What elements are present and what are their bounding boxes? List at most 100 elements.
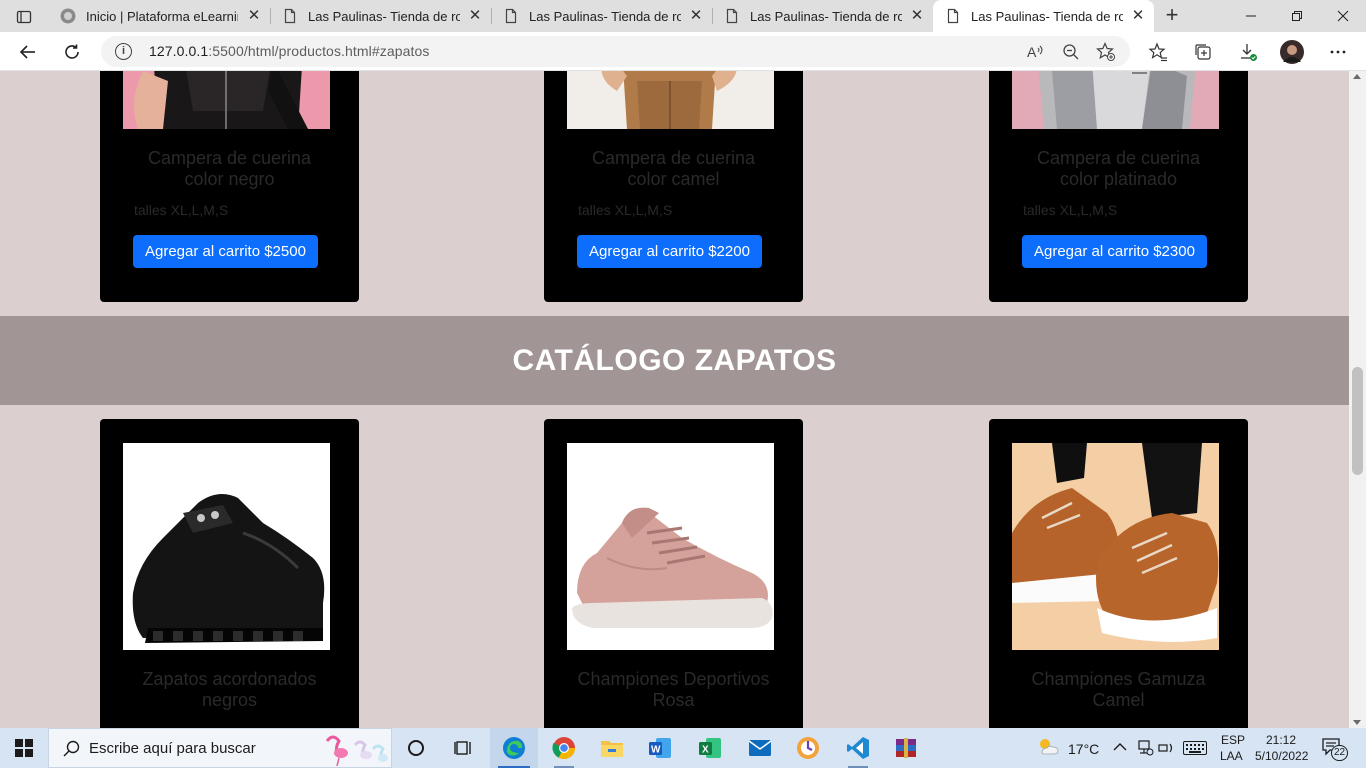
notifications-icon[interactable]: 22: [1322, 738, 1350, 761]
close-icon[interactable]: ✕: [688, 8, 704, 24]
more-menu-icon[interactable]: [1323, 37, 1353, 67]
cortana-icon[interactable]: [392, 728, 440, 768]
read-aloud-icon[interactable]: A: [1026, 42, 1046, 62]
scrollbar-thumb[interactable]: [1352, 367, 1363, 475]
product-sizes: talles XL,L,M,S: [134, 202, 229, 218]
page-icon: [503, 8, 519, 24]
tab-title: Las Paulinas- Tienda de ropa: [308, 8, 460, 24]
tab-title: Las Paulinas- Tienda de ropa: [971, 8, 1123, 24]
product-image-campera-negra: [123, 71, 330, 129]
product-title-line: Championes Gamuza: [1031, 669, 1206, 689]
collections-icon[interactable]: [1188, 37, 1218, 67]
search-placeholder: Escribe aquí para buscar: [89, 740, 256, 757]
minimize-icon[interactable]: [1228, 0, 1274, 32]
tab-paulinas-active[interactable]: Las Paulinas- Tienda de ropa ✕: [933, 0, 1154, 32]
volume-icon[interactable]: [1158, 740, 1178, 761]
brave-icon[interactable]: [784, 728, 832, 768]
product-title: Zapatos acordonados negros: [100, 669, 359, 711]
favorites-icon[interactable]: [1143, 37, 1173, 67]
downloads-icon[interactable]: [1233, 37, 1263, 67]
mail-icon[interactable]: [736, 728, 784, 768]
address-bar[interactable]: i 127.0.0.1:5500/html/productos.html#zap…: [101, 36, 1130, 67]
keyboard-icon[interactable]: [1183, 741, 1207, 760]
zoom-out-icon[interactable]: [1061, 42, 1081, 62]
clock-time[interactable]: 21:12: [1266, 733, 1296, 747]
taskbar-search-input[interactable]: Escribe aquí para buscar: [48, 728, 392, 768]
chevron-up-icon[interactable]: [1112, 740, 1128, 759]
product-title-line: Camel: [1092, 690, 1145, 710]
product-card: Campera de cuerina color negro talles XL…: [100, 71, 359, 302]
close-icon[interactable]: ✕: [1130, 8, 1146, 24]
close-window-icon[interactable]: [1320, 0, 1366, 32]
clock-date[interactable]: 5/10/2022: [1255, 749, 1308, 763]
product-title-line: Championes Deportivos: [577, 669, 770, 689]
weather-icon[interactable]: [1036, 737, 1060, 762]
product-card: Championes Gamuza Camel: [989, 419, 1248, 728]
tab-paulinas-1[interactable]: Las Paulinas- Tienda de ropa ✕: [270, 0, 492, 32]
product-image-championes-camel: [1012, 443, 1219, 650]
elearning-favicon-icon: [60, 8, 76, 24]
edge-icon[interactable]: [490, 728, 538, 768]
keyboard-layout-code[interactable]: LAA: [1220, 749, 1243, 763]
tab-paulinas-3[interactable]: Las Paulinas- Tienda de ropa ✕: [712, 0, 933, 32]
language-code[interactable]: ESP: [1221, 733, 1245, 747]
tab-title: Las Paulinas- Tienda de ropa: [750, 8, 902, 24]
tab-title: Las Paulinas- Tienda de ropa: [529, 8, 681, 24]
url-text[interactable]: 127.0.0.1:5500/html/productos.html#zapat…: [149, 43, 430, 59]
add-to-cart-button[interactable]: Agregar al carrito $2300: [1022, 235, 1207, 268]
winrar-icon[interactable]: [882, 728, 930, 768]
excel-icon[interactable]: X: [686, 728, 734, 768]
product-sizes: talles XL,L,M,S: [578, 202, 673, 218]
back-arrow-icon[interactable]: [13, 37, 43, 67]
product-title-line: Campera de cuerina: [147, 148, 312, 168]
tab-paulinas-2[interactable]: Las Paulinas- Tienda de ropa ✕: [491, 0, 713, 32]
product-title-line: Campera de cuerina: [1036, 148, 1201, 168]
vscode-icon[interactable]: [834, 728, 882, 768]
task-view-icon[interactable]: [440, 728, 488, 768]
weather-temperature: 17°C: [1068, 741, 1100, 757]
product-card: Championes Deportivos Rosa: [544, 419, 803, 728]
close-icon[interactable]: ✕: [246, 8, 262, 24]
product-card: Campera de cuerina color platinado talle…: [989, 71, 1248, 302]
product-image-campera-camel: [567, 71, 774, 129]
product-title: Championes Deportivos Rosa: [544, 669, 803, 711]
tab-strip: Inicio | Plataforma eLearning ✕ Las Paul…: [0, 0, 1366, 32]
product-title-line: color camel: [627, 169, 720, 189]
add-to-cart-button[interactable]: Agregar al carrito $2500: [133, 235, 318, 268]
product-title: Campera de cuerina color negro: [100, 148, 359, 190]
product-title: Campera de cuerina color platinado: [989, 148, 1248, 190]
site-info-icon[interactable]: i: [115, 43, 132, 60]
refresh-icon[interactable]: [57, 37, 87, 67]
flamingo-doodle-icon: [325, 735, 388, 767]
page-icon: [945, 8, 961, 24]
svg-text:W: W: [651, 745, 661, 756]
scroll-down-icon[interactable]: [1353, 720, 1361, 725]
vertical-scrollbar[interactable]: [1349, 71, 1366, 728]
close-icon[interactable]: ✕: [909, 8, 925, 24]
product-image-championes-rosa: [567, 443, 774, 650]
tab-actions-icon[interactable]: [8, 6, 40, 28]
chrome-icon[interactable]: [540, 728, 588, 768]
svg-text:X: X: [702, 745, 709, 756]
url-host: 127.0.0.1: [149, 43, 209, 59]
product-title-line: Rosa: [652, 690, 695, 710]
word-icon[interactable]: W: [636, 728, 684, 768]
tab-title: Inicio | Plataforma eLearning: [86, 8, 238, 24]
product-image-zapatos-negros: [123, 443, 330, 650]
product-title-line: Zapatos acordonados: [142, 669, 317, 689]
product-card: Campera de cuerina color camel talles XL…: [544, 71, 803, 302]
restore-icon[interactable]: [1274, 0, 1320, 32]
add-favorite-icon[interactable]: [1096, 42, 1116, 62]
new-tab-icon[interactable]: +: [1160, 4, 1184, 28]
windows-start-icon[interactable]: [0, 728, 48, 768]
close-icon[interactable]: ✕: [467, 8, 483, 24]
avatar[interactable]: [1277, 37, 1307, 67]
product-title-line: Campera de cuerina: [591, 148, 756, 168]
file-explorer-icon[interactable]: [588, 728, 636, 768]
add-to-cart-button[interactable]: Agregar al carrito $2200: [577, 235, 762, 268]
network-icon[interactable]: [1136, 739, 1154, 762]
notifications-count: 22: [1331, 745, 1349, 761]
scroll-up-icon[interactable]: [1353, 74, 1361, 79]
tab-elearning[interactable]: Inicio | Plataforma eLearning ✕: [48, 0, 271, 32]
product-sizes: talles XL,L,M,S: [1023, 202, 1118, 218]
